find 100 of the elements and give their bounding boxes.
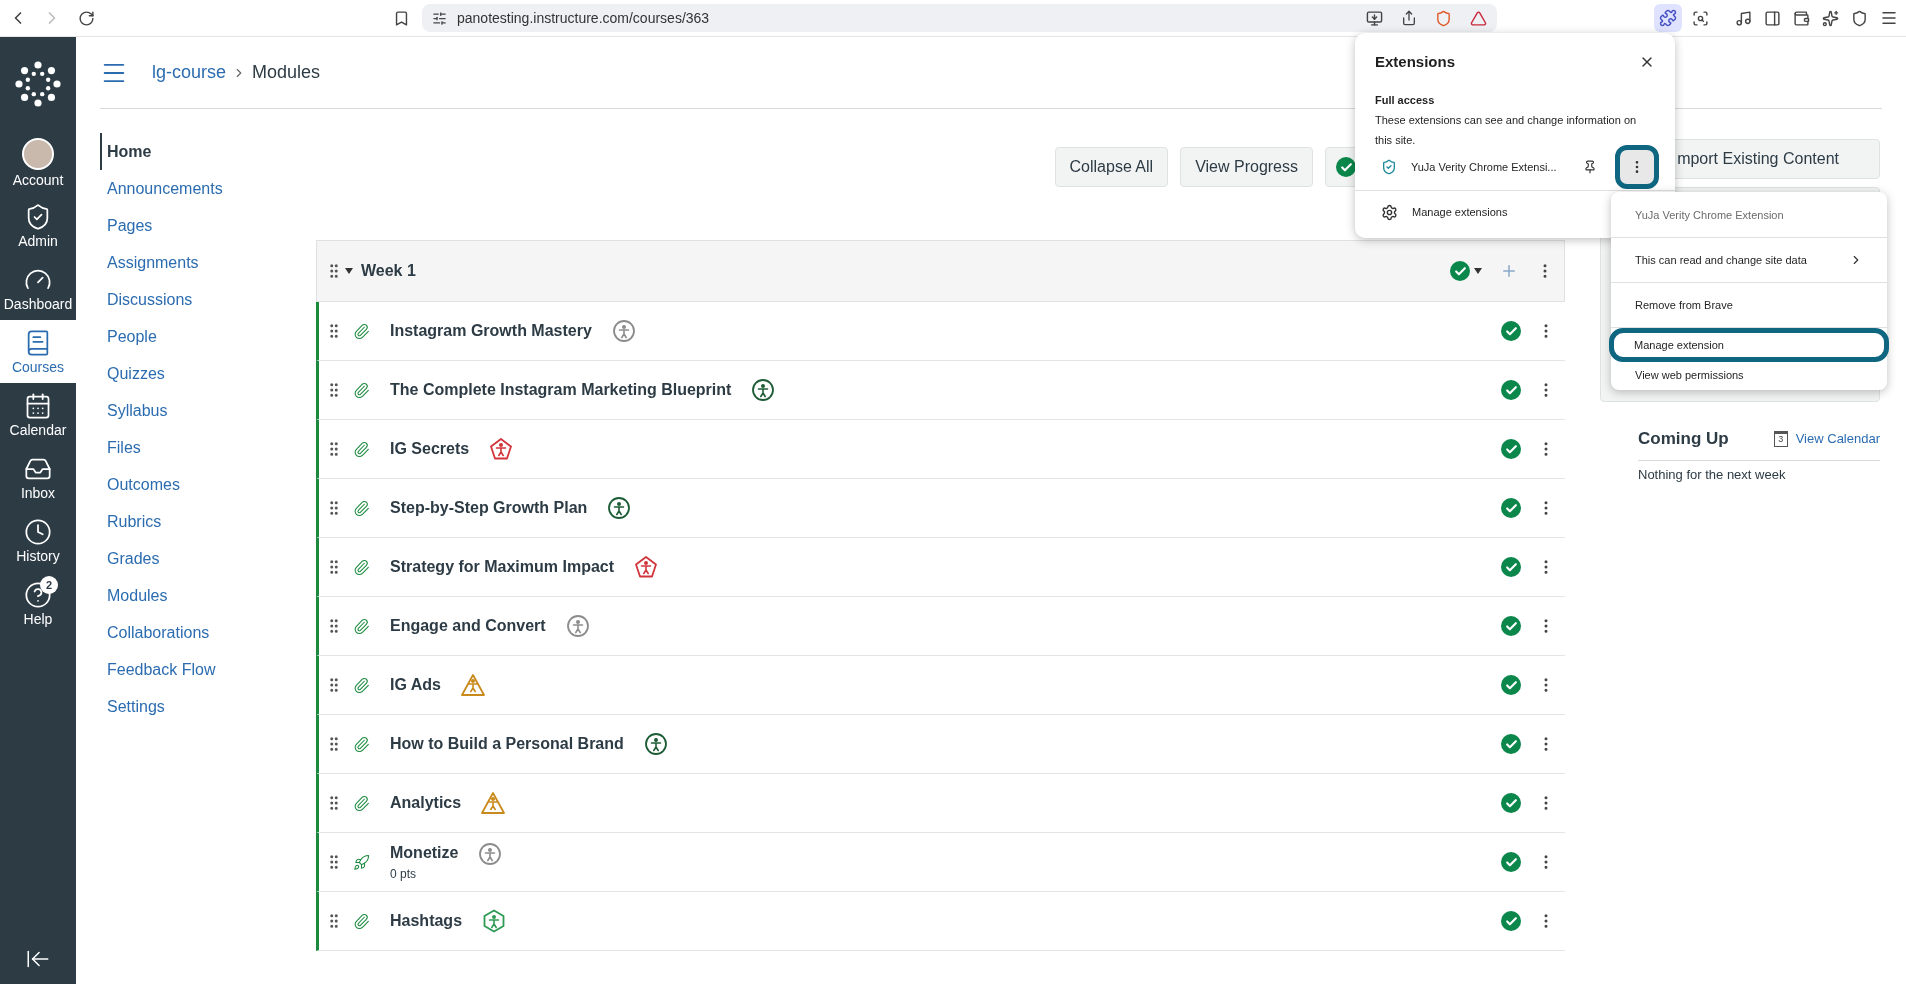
item-title[interactable]: How to Build a Personal Brand	[390, 732, 624, 756]
course-nav-link[interactable]: Collaborations	[100, 614, 316, 651]
course-nav-link[interactable]: Rubrics	[100, 503, 316, 540]
accessibility-icon[interactable]	[482, 909, 507, 933]
module-item[interactable]: Instagram Growth Mastery	[316, 302, 1565, 361]
published-check-icon[interactable]	[1450, 261, 1470, 281]
published-check-icon[interactable]	[1501, 852, 1521, 872]
published-check-icon[interactable]	[1501, 498, 1521, 518]
menu-item[interactable]: View web permissions	[1611, 362, 1887, 388]
install-icon[interactable]	[1366, 9, 1383, 27]
site-settings-icon[interactable]	[432, 10, 447, 26]
item-title[interactable]: Engage and Convert	[390, 614, 546, 638]
breadcrumb-link[interactable]: lg-course	[152, 59, 227, 86]
published-check-icon[interactable]	[1501, 675, 1521, 695]
global-nav-item[interactable]: Account	[0, 131, 76, 194]
sidebar-icon[interactable]	[1764, 9, 1781, 27]
address-bar[interactable]: panotesting.instructure.com/courses/363	[422, 4, 1497, 32]
published-check-icon[interactable]	[1501, 380, 1521, 400]
module-item[interactable]: IG Secrets	[316, 420, 1565, 479]
global-nav-item[interactable]: Inbox	[0, 446, 76, 509]
accessibility-icon[interactable]	[565, 614, 590, 638]
bookmark-icon[interactable]	[393, 9, 410, 27]
accessibility-icon[interactable]	[489, 437, 514, 461]
published-check-icon[interactable]	[1501, 321, 1521, 341]
item-title[interactable]: The Complete Instagram Marketing Blueprint	[390, 378, 732, 402]
published-check-icon[interactable]	[1336, 157, 1356, 177]
published-check-icon[interactable]	[1501, 734, 1521, 754]
course-nav-link[interactable]: People	[100, 318, 316, 355]
share-icon[interactable]	[1401, 10, 1417, 26]
course-nav-link[interactable]: Assignments	[100, 244, 316, 281]
module-item[interactable]: The Complete Instagram Marketing Blueprint	[316, 361, 1565, 420]
module-item[interactable]: Monetize 0 pts	[316, 833, 1565, 892]
global-nav-item[interactable]: Admin	[0, 194, 76, 257]
manage-extensions-link[interactable]: Manage extensions	[1412, 204, 1508, 221]
course-nav-link[interactable]: Settings	[100, 688, 316, 725]
item-title[interactable]: Strategy for Maximum Impact	[390, 555, 615, 579]
accessibility-icon[interactable]	[478, 842, 503, 866]
module-item[interactable]: Analytics	[316, 774, 1565, 833]
accessibility-icon[interactable]	[751, 378, 776, 402]
pin-icon[interactable]	[1583, 160, 1597, 174]
wallet-icon[interactable]	[1793, 9, 1810, 27]
menu-item[interactable]: This can read and change site data	[1611, 238, 1887, 283]
global-nav-item[interactable]: Dashboard	[0, 257, 76, 320]
course-nav-link[interactable]: Outcomes	[100, 466, 316, 503]
sparkle-icon[interactable]	[1822, 9, 1839, 27]
accessibility-icon[interactable]	[611, 319, 636, 343]
global-nav-item[interactable]: History	[0, 509, 76, 572]
published-check-icon[interactable]	[1501, 557, 1521, 577]
item-title[interactable]: Hashtags	[390, 909, 463, 933]
view-calendar-link[interactable]: View Calendar	[1795, 429, 1880, 449]
course-nav-link[interactable]: Feedback Flow	[100, 651, 316, 688]
toolbar-button[interactable]: View Progress	[1180, 147, 1313, 187]
item-title[interactable]: Analytics	[390, 791, 462, 815]
course-nav-link[interactable]: Pages	[100, 207, 316, 244]
item-title[interactable]: IG Ads	[390, 673, 441, 697]
toolbar-button[interactable]: Collapse All	[1054, 147, 1169, 187]
item-title[interactable]: IG Secrets	[390, 437, 470, 461]
published-check-icon[interactable]	[1501, 616, 1521, 636]
item-title[interactable]: Monetize	[390, 841, 459, 865]
published-check-icon[interactable]	[1501, 439, 1521, 459]
music-icon[interactable]	[1735, 9, 1752, 27]
item-title[interactable]: Instagram Growth Mastery	[390, 319, 592, 343]
extensions-button[interactable]	[1654, 4, 1682, 32]
shield-icon[interactable]	[1851, 9, 1868, 27]
course-nav-link[interactable]: Quizzes	[100, 355, 316, 392]
logo-icon[interactable]	[15, 61, 61, 107]
course-nav-link[interactable]: Home	[100, 133, 316, 170]
menu-icon[interactable]	[1880, 9, 1898, 27]
caret-icon[interactable]	[345, 268, 353, 274]
accessibility-icon[interactable]	[634, 555, 659, 579]
settings-icon[interactable]	[1381, 204, 1398, 221]
caret-icon[interactable]	[1474, 268, 1482, 274]
accessibility-icon[interactable]	[607, 496, 632, 520]
published-check-icon[interactable]	[1501, 911, 1521, 931]
module-item[interactable]: Hashtags	[316, 892, 1565, 951]
global-nav-item[interactable]: Help 2	[0, 572, 76, 635]
course-nav-link[interactable]: Grades	[100, 540, 316, 577]
module-item[interactable]: IG Ads	[316, 656, 1565, 715]
module-item[interactable]: How to Build a Personal Brand	[316, 715, 1565, 774]
global-nav-item[interactable]: Calendar	[0, 383, 76, 446]
search-panel-icon[interactable]	[1692, 9, 1709, 27]
published-check-icon[interactable]	[1501, 793, 1521, 813]
course-nav-link[interactable]: Syllabus	[100, 392, 316, 429]
reload-icon[interactable]	[78, 9, 95, 27]
module-item[interactable]: Engage and Convert	[316, 597, 1565, 656]
triangle-icon[interactable]	[1470, 9, 1487, 27]
course-nav-link[interactable]: Modules	[100, 577, 316, 614]
course-nav-link[interactable]: Announcements	[100, 170, 316, 207]
menu-item[interactable]: Remove from Brave	[1611, 283, 1887, 328]
item-title[interactable]: Step-by-Step Growth Plan	[390, 496, 588, 520]
more-options-button[interactable]	[1615, 145, 1659, 189]
accessibility-icon[interactable]	[643, 732, 668, 756]
module-item[interactable]: Step-by-Step Growth Plan	[316, 479, 1565, 538]
global-nav-item[interactable]: Courses	[0, 320, 76, 383]
course-nav-link[interactable]: Files	[100, 429, 316, 466]
module-item[interactable]: Strategy for Maximum Impact	[316, 538, 1565, 597]
module-title[interactable]: Week 1	[361, 259, 416, 283]
menu-item[interactable]: Manage extension	[1609, 328, 1889, 362]
module-header[interactable]: Week 1	[316, 240, 1565, 302]
course-nav-link[interactable]: Discussions	[100, 281, 316, 318]
